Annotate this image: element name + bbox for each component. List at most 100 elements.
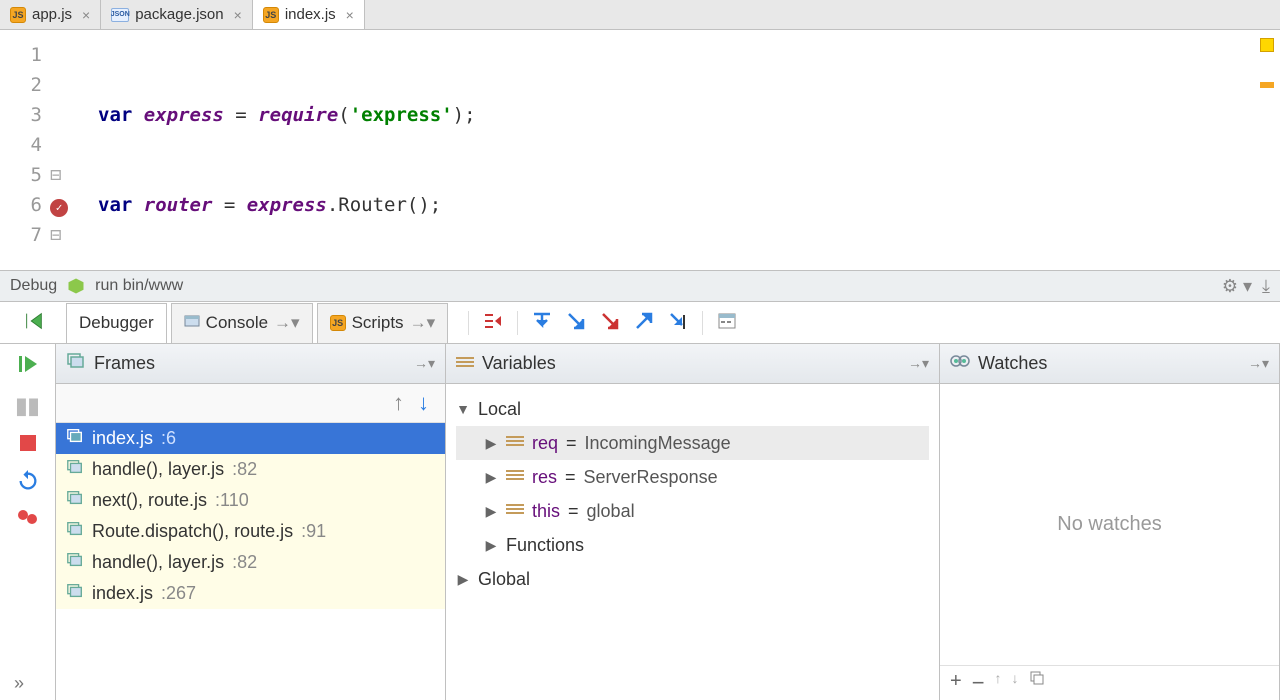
js-file-icon: JS <box>10 7 26 23</box>
frame-row[interactable]: Route.dispatch(), route.js:91 <box>56 516 445 547</box>
code-area[interactable]: var express = require('express'); var ro… <box>88 30 1280 270</box>
debug-tabs-row: Debugger Console →▾ JS Scripts →▾ <box>0 302 1280 344</box>
line-numbers: 1 2 3 4 5 6 7 <box>0 30 50 270</box>
debug-label: Debug <box>10 277 57 295</box>
scope-local[interactable]: Local <box>456 392 929 426</box>
frame-icon <box>66 582 84 605</box>
tab-index-js[interactable]: JS index.js × <box>253 0 365 29</box>
stop-icon[interactable] <box>18 433 38 456</box>
move-up-icon[interactable]: ↑ <box>995 670 1002 696</box>
chevron-right-icon[interactable] <box>484 426 498 460</box>
restart-icon[interactable] <box>17 470 39 495</box>
watches-header: Watches →▾ <box>940 344 1279 384</box>
frames-nav: ↑ ↓ <box>56 384 445 423</box>
frame-icon <box>66 458 84 481</box>
tab-debugger[interactable]: Debugger <box>66 303 167 343</box>
var-row[interactable]: Functions <box>456 528 929 562</box>
line-number: 1 <box>0 40 42 70</box>
rerun-icon[interactable] <box>23 310 45 335</box>
marker[interactable] <box>1260 82 1274 88</box>
gutter-marks: ⊟ ✓ ⊟ <box>50 30 88 270</box>
tab-package-json[interactable]: JSON package.json × <box>101 0 253 29</box>
expand-icon[interactable]: » <box>14 673 24 694</box>
frame-row[interactable]: index.js :267 <box>56 578 445 609</box>
tab-console[interactable]: Console →▾ <box>171 303 313 343</box>
frame-label: next(), route.js <box>92 490 207 511</box>
tab-scripts[interactable]: JS Scripts →▾ <box>317 303 449 343</box>
watches-icon <box>950 353 970 374</box>
copy-icon[interactable] <box>1029 670 1045 696</box>
move-down-icon[interactable]: ↓ <box>1012 670 1019 696</box>
console-icon <box>184 313 200 334</box>
view-breakpoints-icon[interactable] <box>17 509 39 528</box>
minimize-icon[interactable]: →▾ <box>1248 355 1269 372</box>
line-number: 3 <box>0 100 42 130</box>
scope-global[interactable]: Global <box>456 562 929 596</box>
frame-down-icon[interactable]: ↓ <box>418 390 429 416</box>
frame-row[interactable]: handle(), layer.js:82 <box>56 547 445 578</box>
frame-loc: :267 <box>161 583 196 604</box>
minimize-icon[interactable]: →▾ <box>908 355 929 372</box>
evaluate-expression-icon[interactable] <box>717 311 737 334</box>
editor-tabs: JS app.js × JSON package.json × JS index… <box>0 0 1280 30</box>
tab-label: Scripts <box>352 313 404 333</box>
frames-list[interactable]: index.js:6 handle(), layer.js:82 next(),… <box>56 423 445 700</box>
frame-loc: :110 <box>215 490 249 511</box>
line-number: 6 <box>0 190 42 220</box>
chevron-right-icon[interactable] <box>456 562 470 596</box>
chevron-down-icon[interactable] <box>456 392 470 426</box>
panel-title: Frames <box>94 353 155 374</box>
download-icon[interactable]: ⤓ <box>1262 276 1270 297</box>
tab-app-js[interactable]: JS app.js × <box>0 0 101 29</box>
variables-header: Variables →▾ <box>446 344 939 384</box>
js-file-icon: JS <box>263 7 279 23</box>
show-execution-point-icon[interactable] <box>483 311 503 334</box>
debug-tool-window-header: Debug run bin/www ⚙ ▾ ⤓ <box>0 270 1280 302</box>
close-icon[interactable]: × <box>234 7 242 23</box>
step-out-icon[interactable] <box>634 311 654 334</box>
frame-label: Route.dispatch(), route.js <box>92 521 293 542</box>
step-into-icon[interactable] <box>566 311 586 334</box>
var-row[interactable]: req = IncomingMessage <box>456 426 929 460</box>
var-name: req <box>532 426 558 460</box>
frame-label: handle(), layer.js <box>92 552 224 573</box>
panel-title: Watches <box>978 353 1047 374</box>
chevron-right-icon[interactable] <box>484 460 498 494</box>
frames-icon <box>66 351 86 376</box>
chevron-right-icon[interactable] <box>484 528 498 562</box>
gear-icon[interactable]: ⚙ ▾ <box>1222 276 1252 297</box>
breakpoint-icon[interactable]: ✓ <box>50 199 68 217</box>
pause-icon[interactable]: ▮▮ <box>15 393 39 419</box>
minimize-icon[interactable]: →▾ <box>414 355 435 372</box>
var-name: Functions <box>506 528 584 562</box>
close-icon[interactable]: × <box>346 7 354 23</box>
frame-row[interactable]: handle(), layer.js:82 <box>56 454 445 485</box>
chevron-right-icon[interactable] <box>484 494 498 528</box>
json-file-icon: JSON <box>111 8 129 22</box>
tab-label: Debugger <box>79 313 154 333</box>
resume-icon[interactable] <box>16 352 40 379</box>
frame-row[interactable]: index.js:6 <box>56 423 445 454</box>
frame-row[interactable]: next(), route.js :110 <box>56 485 445 516</box>
line-number: 4 <box>0 130 42 160</box>
watches-panel: Watches →▾ No watches + − ↑ ↓ <box>940 344 1280 700</box>
warning-marker[interactable] <box>1260 38 1274 52</box>
var-row[interactable]: this = global <box>456 494 929 528</box>
var-row[interactable]: res = ServerResponse <box>456 460 929 494</box>
code-editor[interactable]: 1 2 3 4 5 6 7 ⊟ ✓ ⊟ var express = requir… <box>0 30 1280 270</box>
frames-header: Frames →▾ <box>56 344 445 384</box>
step-over-icon[interactable] <box>532 311 552 334</box>
force-step-into-icon[interactable] <box>600 311 620 334</box>
add-watch-icon[interactable]: + <box>950 670 962 696</box>
run-config-name[interactable]: run bin/www <box>95 277 183 295</box>
run-to-cursor-icon[interactable] <box>668 311 688 334</box>
line-number: 7 <box>0 220 42 250</box>
close-icon[interactable]: × <box>82 7 90 23</box>
remove-watch-icon[interactable]: − <box>972 670 985 696</box>
variables-tree[interactable]: Local req = IncomingMessage res = Server… <box>446 384 939 604</box>
watches-empty: No watches <box>940 384 1279 665</box>
frame-icon <box>66 489 84 512</box>
frame-label: index.js <box>92 583 153 604</box>
editor-markers[interactable] <box>1260 38 1276 88</box>
frame-up-icon[interactable]: ↑ <box>393 390 404 416</box>
